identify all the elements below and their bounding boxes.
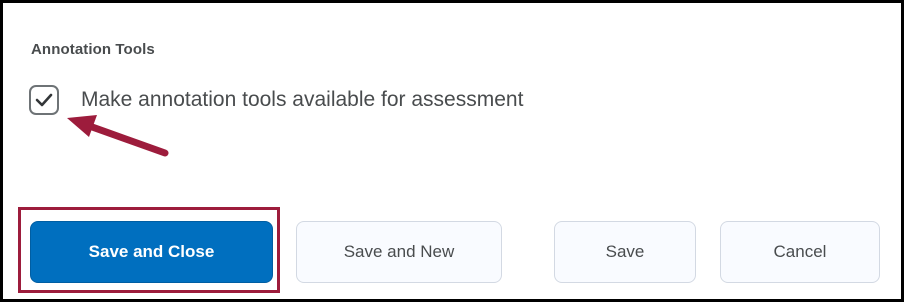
save-button[interactable]: Save [554,221,696,283]
cancel-button[interactable]: Cancel [720,221,880,283]
save-and-new-button[interactable]: Save and New [296,221,502,283]
checkmark-icon [35,93,53,107]
annotation-tools-option: Make annotation tools available for asse… [29,83,523,117]
annotation-tools-label: Make annotation tools available for asse… [81,88,524,111]
arrow-pointer-icon [67,115,169,157]
save-and-close-button[interactable]: Save and Close [30,221,273,283]
annotation-tools-checkbox[interactable] [29,85,59,115]
dialog-frame: Annotation Tools Make annotation tools a… [0,0,904,302]
section-title: Annotation Tools [31,41,155,58]
